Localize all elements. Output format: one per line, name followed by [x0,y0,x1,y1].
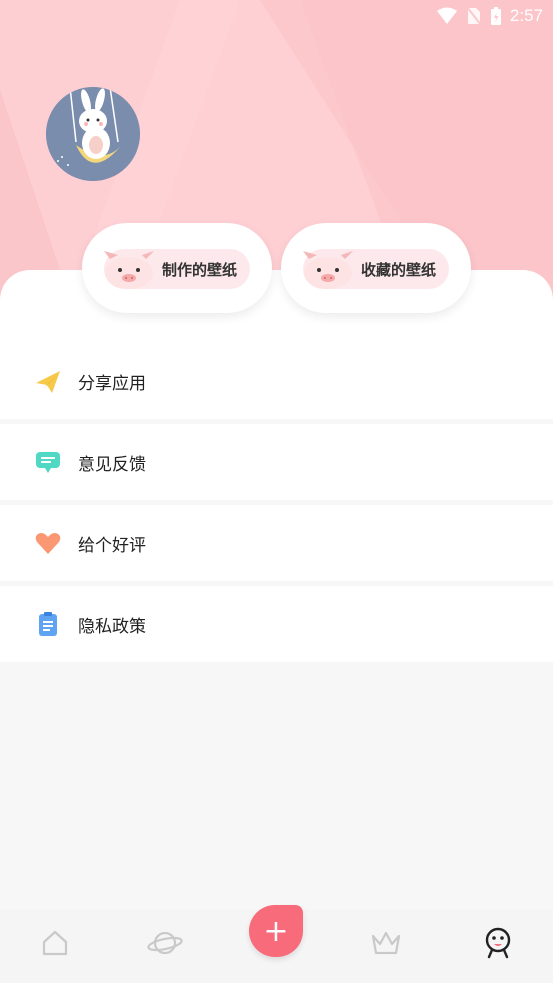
made-wallpapers-label: 制作的壁纸 [162,261,238,279]
favorite-wallpapers-label: 收藏的壁纸 [361,261,437,279]
menu-item-privacy-policy[interactable]: 隐私政策 [0,586,553,662]
bunny-swing-illustration [46,87,140,181]
heart-icon [35,533,61,554]
status-bar: 2:57 [0,0,553,32]
profile-icon [485,927,511,959]
pig-icon [104,251,154,289]
menu-item-rate[interactable]: 给个好评 [0,505,553,581]
favorite-wallpapers-button[interactable]: 收藏的壁纸 [281,223,471,313]
tab-vip[interactable] [366,923,406,963]
no-sim-icon [466,6,482,26]
crown-icon [371,931,401,955]
menu-item-label: 分享应用 [78,373,146,394]
avatar[interactable] [46,87,140,181]
home-icon [42,930,68,956]
menu-item-feedback[interactable]: 意见反馈 [0,424,553,500]
battery-charging-icon [490,6,502,26]
tab-home[interactable] [35,923,75,963]
clipboard-icon [39,612,57,636]
feedback-chat-icon [36,452,60,473]
plus-icon: + [263,913,289,949]
menu-item-label: 意见反馈 [78,454,146,475]
menu-item-share-app[interactable]: 分享应用 [0,343,553,419]
tab-profile[interactable] [478,923,518,963]
wifi-icon [436,7,458,25]
clock-time: 2:57 [509,6,543,25]
pig-icon [303,251,353,289]
menu-item-label: 给个好评 [78,535,146,556]
made-wallpapers-button[interactable]: 制作的壁纸 [82,223,272,313]
menu-item-label: 隐私政策 [78,616,146,637]
planet-icon [147,931,183,955]
paper-plane-icon [36,371,60,393]
tab-discover[interactable] [145,923,185,963]
add-button[interactable]: + [249,905,303,957]
